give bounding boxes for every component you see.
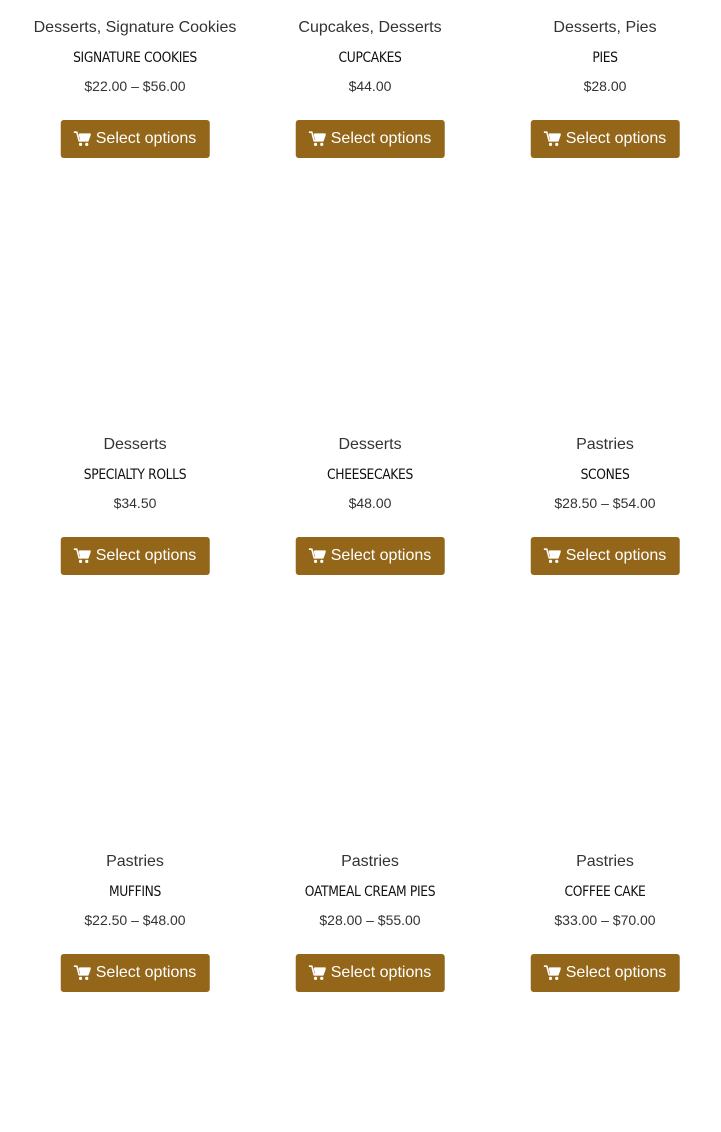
product-title[interactable]: COFFEE CAKE (501, 884, 709, 901)
product-title[interactable]: SPECIALTY ROLLS (31, 467, 239, 484)
product-price: $22.00 – $56.00 (84, 78, 186, 94)
product-price: $44.00 (348, 78, 392, 94)
cart-icon (543, 131, 561, 146)
product-price: $28.00 (583, 78, 627, 94)
product-title[interactable]: SCONES (501, 467, 709, 484)
button-label: Select options (330, 964, 432, 981)
select-options-button[interactable]: Select options (295, 537, 445, 575)
select-options-button[interactable]: Select options (530, 537, 680, 575)
product-title[interactable]: CHEESECAKES (266, 467, 474, 484)
button-label: Select options (565, 964, 667, 981)
cart-icon (308, 131, 326, 146)
product-price: $33.00 – $70.00 (554, 912, 656, 928)
product-categories[interactable]: Desserts, Pies (487, 19, 721, 37)
product-title[interactable]: MUFFINS (31, 884, 239, 901)
product-card: Pastries MUFFINS $22.50 – $48.00 Select … (17, 834, 253, 994)
select-options-button[interactable]: Select options (295, 954, 445, 992)
button-label: Select options (95, 130, 197, 147)
product-categories[interactable]: Pastries (252, 853, 488, 871)
cart-icon (308, 548, 326, 563)
product-categories[interactable]: Desserts (252, 436, 488, 454)
button-label: Select options (95, 964, 197, 981)
cart-icon (73, 548, 91, 563)
product-card: Desserts CHEESECAKES $48.00 Select optio… (252, 417, 488, 577)
product-categories[interactable]: Pastries (487, 853, 721, 871)
cart-icon (543, 548, 561, 563)
button-label: Select options (565, 130, 667, 147)
select-options-button[interactable]: Select options (530, 120, 680, 158)
product-price: $28.00 – $55.00 (319, 912, 421, 928)
select-options-button[interactable]: Select options (60, 954, 210, 992)
button-label: Select options (565, 547, 667, 564)
select-options-button[interactable]: Select options (60, 120, 210, 158)
product-categories[interactable]: Pastries (17, 853, 253, 871)
product-categories[interactable]: Desserts, Signature Cookies (17, 19, 253, 37)
product-card: Desserts, Signature Cookies SIGNATURE CO… (17, 0, 253, 160)
product-card: Desserts SPECIALTY ROLLS $34.50 Select o… (17, 417, 253, 577)
product-price: $28.50 – $54.00 (554, 495, 656, 511)
cart-icon (73, 131, 91, 146)
product-price: $34.50 (113, 495, 157, 511)
product-title[interactable]: OATMEAL CREAM PIES (266, 884, 474, 901)
select-options-button[interactable]: Select options (295, 120, 445, 158)
button-label: Select options (330, 547, 432, 564)
button-label: Select options (95, 547, 197, 564)
product-card: Pastries COFFEE CAKE $33.00 – $70.00 Sel… (487, 834, 721, 994)
product-categories[interactable]: Desserts (17, 436, 253, 454)
product-title[interactable]: CUPCAKES (266, 50, 474, 67)
cart-icon (308, 965, 326, 980)
product-card: Cupcakes, Desserts CUPCAKES $44.00 Selec… (252, 0, 488, 160)
cart-icon (543, 965, 561, 980)
select-options-button[interactable]: Select options (60, 537, 210, 575)
product-title[interactable]: PIES (501, 50, 709, 67)
button-label: Select options (330, 130, 432, 147)
cart-icon (73, 965, 91, 980)
product-categories[interactable]: Cupcakes, Desserts (252, 19, 488, 37)
product-card: Pastries SCONES $28.50 – $54.00 Select o… (487, 417, 721, 577)
product-card: Pastries OATMEAL CREAM PIES $28.00 – $55… (252, 834, 488, 994)
product-price: $48.00 (348, 495, 392, 511)
product-categories[interactable]: Pastries (487, 436, 721, 454)
select-options-button[interactable]: Select options (530, 954, 680, 992)
product-card: Desserts, Pies PIES $28.00 Select option… (487, 0, 721, 160)
product-price: $22.50 – $48.00 (84, 912, 186, 928)
product-title[interactable]: SIGNATURE COOKIES (31, 50, 239, 67)
